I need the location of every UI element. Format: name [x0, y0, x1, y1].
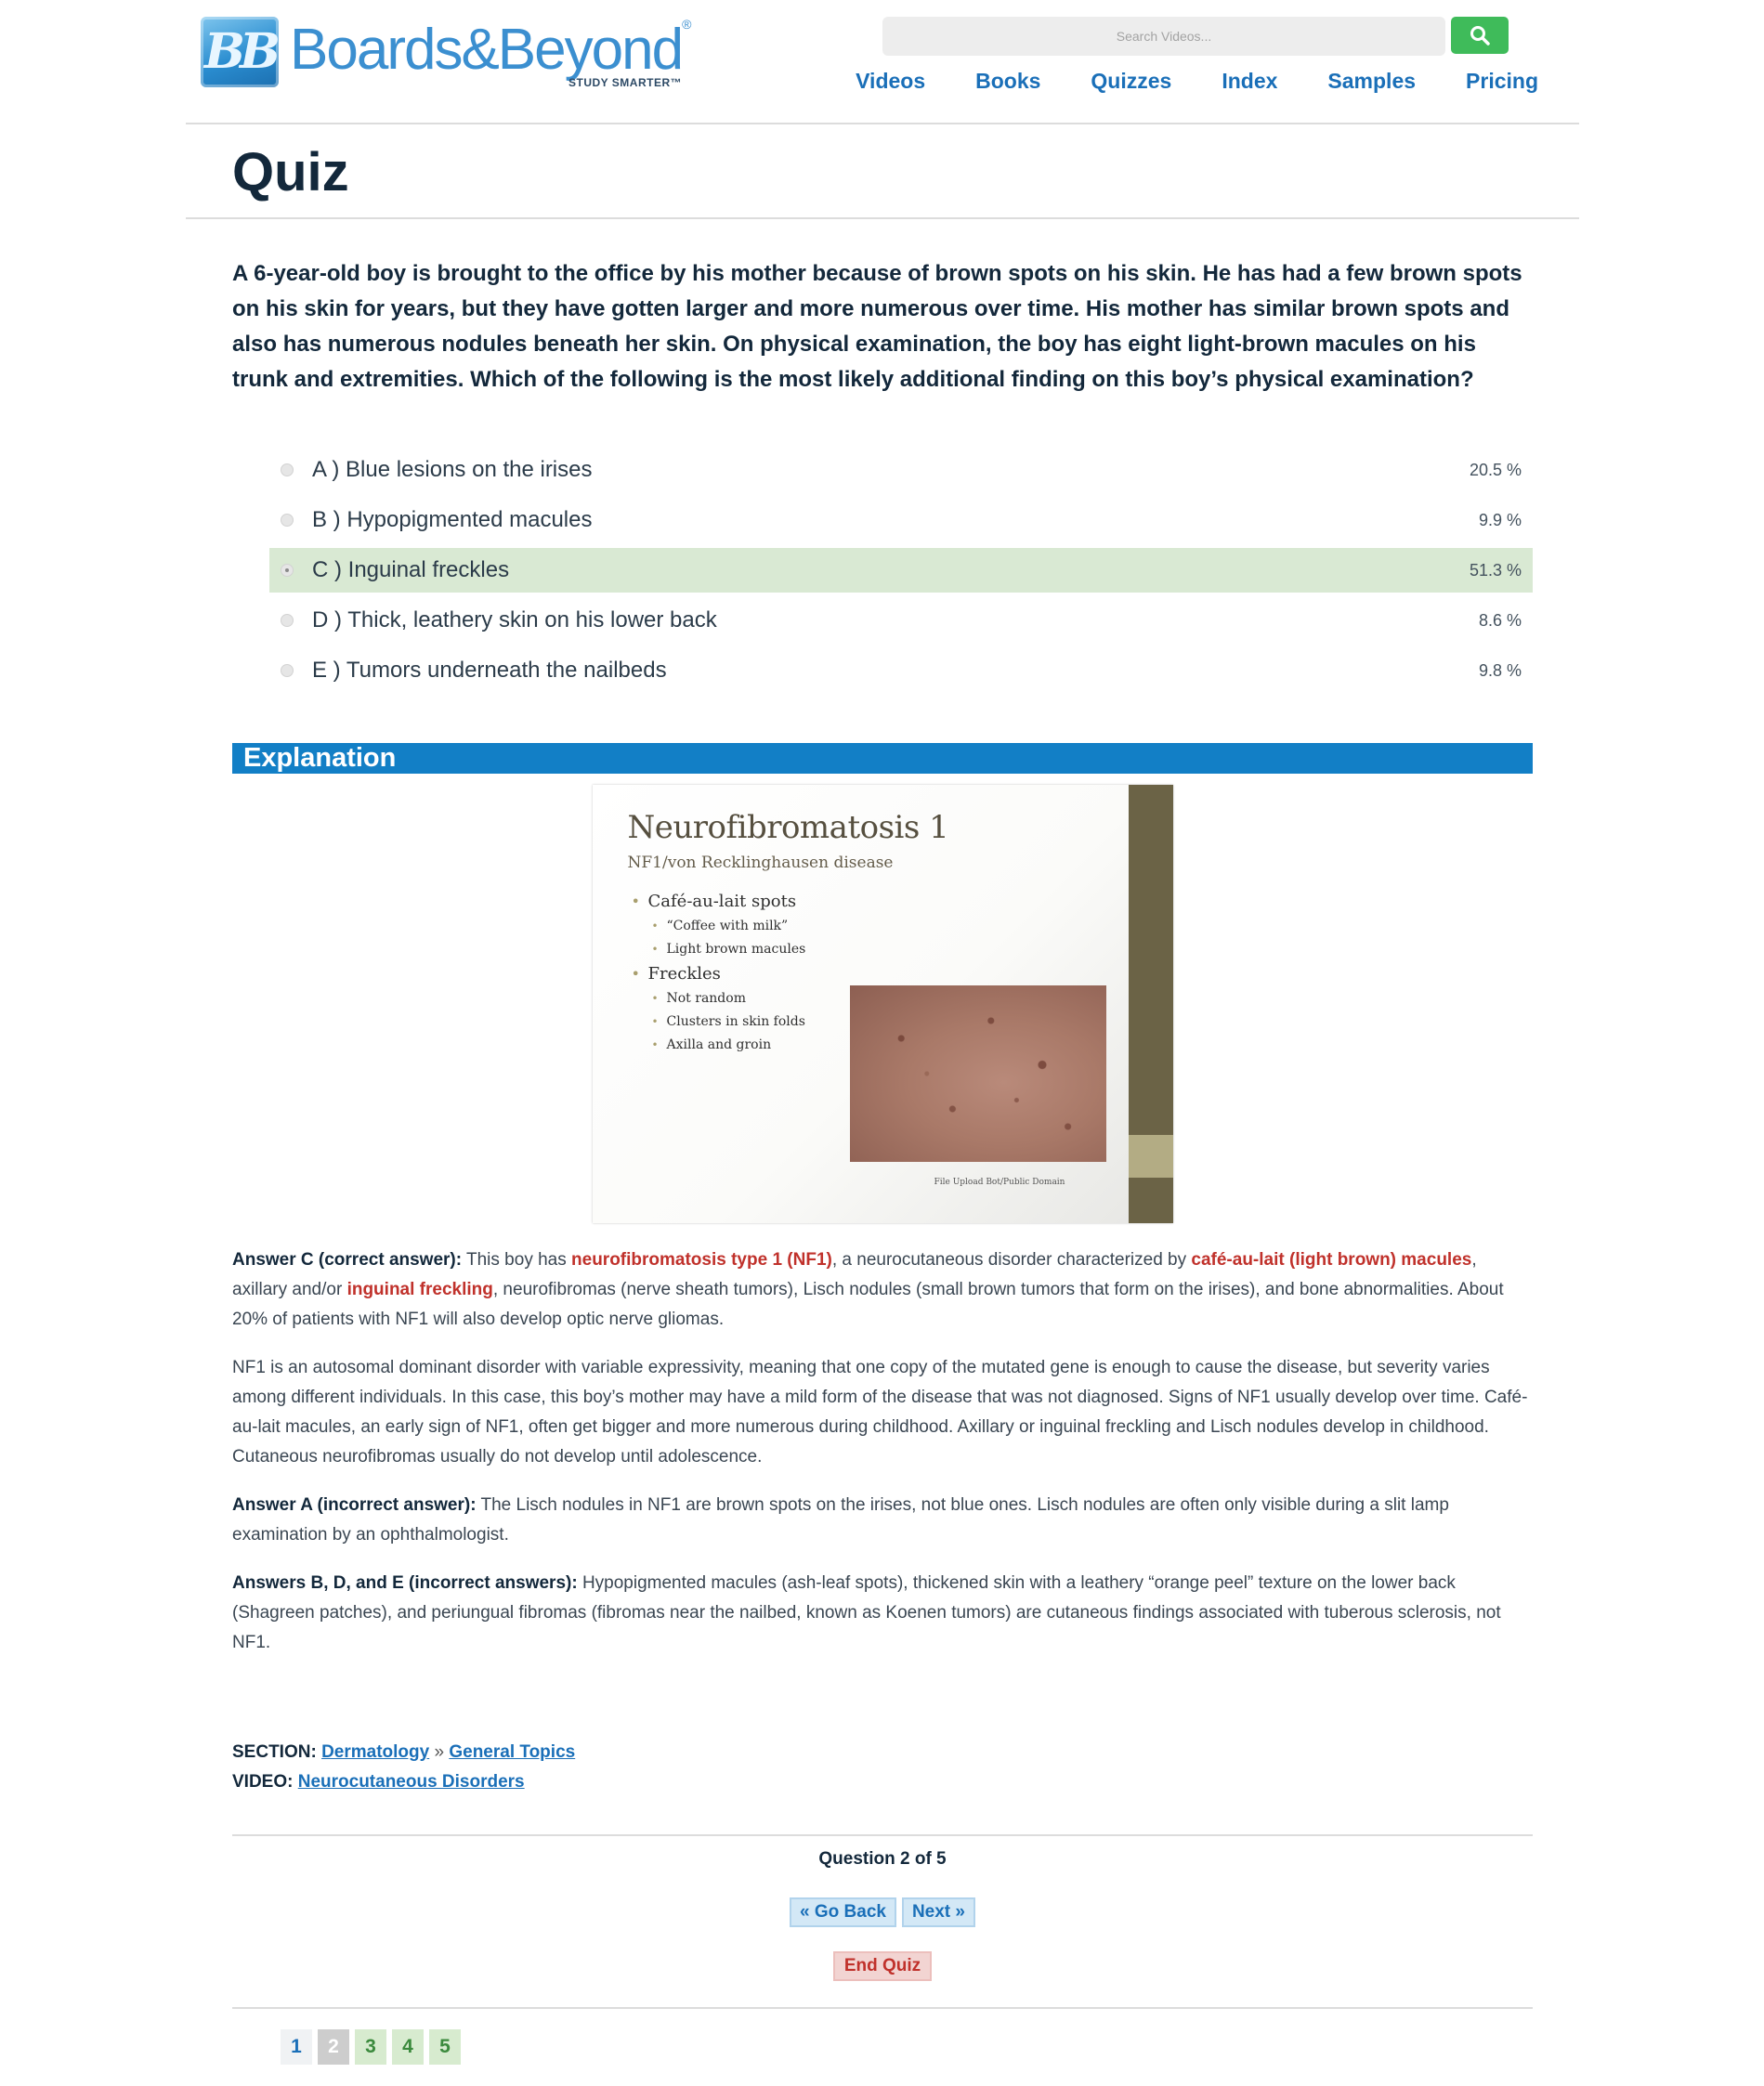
explanation-paragraph: NF1 is an autosomal dominant disorder wi… — [232, 1358, 1528, 1467]
nav-pricing[interactable]: Pricing — [1466, 69, 1538, 94]
page-2-button-current[interactable]: 2 — [318, 2029, 349, 2065]
nav-videos[interactable]: Videos — [856, 69, 925, 94]
end-quiz-button[interactable]: End Quiz — [832, 1951, 933, 1981]
page-5-button[interactable]: 5 — [429, 2029, 461, 2065]
skin-freckles-photo — [849, 985, 1106, 1162]
logo-tagline: STUDY SMARTER™ — [568, 76, 683, 89]
next-button[interactable]: Next » — [901, 1897, 975, 1927]
explanation-paragraph: Answer A (incorrect answer): The Lisch n… — [232, 1491, 1533, 1550]
choice-label: C ) Inguinal freckles — [312, 557, 510, 582]
page: BB Boards&Beyond® STUDY SMARTER™ Videos … — [186, 0, 1579, 2065]
nav-samples[interactable]: Samples — [1327, 69, 1416, 94]
logo[interactable]: BB Boards&Beyond® STUDY SMARTER™ — [201, 15, 691, 89]
logo-mark: BB — [201, 17, 281, 87]
choice-e[interactable]: E ) Tumors underneath the nailbeds 9.8 % — [269, 648, 1533, 693]
slide-sub-bullet: Not random — [628, 987, 806, 1010]
nav-buttons: « Go Back Next » — [232, 1897, 1533, 1927]
slide-sub-bullet: “Coffee with milk” — [628, 915, 806, 938]
highlight-term: neurofibromatosis type 1 (NF1) — [571, 1250, 832, 1270]
radio-button[interactable] — [281, 664, 294, 677]
main-nav: Videos Books Quizzes Index Samples Prici… — [856, 69, 1538, 94]
slide-sub-bullet: Light brown macules — [628, 938, 805, 961]
choice-percentage: 9.8 % — [1478, 661, 1522, 680]
explanation-paragraph: Answer C (correct answer): This boy has … — [232, 1245, 1533, 1335]
video-link[interactable]: Neurocutaneous Disorders — [298, 1772, 525, 1792]
radio-button[interactable] — [281, 514, 294, 527]
section-label: SECTION: — [232, 1742, 317, 1762]
question-counter: Question 2 of 5 — [818, 1849, 947, 1869]
answer-lead: Answer C (correct answer): — [232, 1250, 463, 1270]
slide-title: Neurofibromatosis 1 — [627, 809, 949, 846]
choice-label: D ) Thick, leathery skin on his lower ba… — [312, 607, 717, 632]
section-link[interactable]: Dermatology — [321, 1742, 429, 1762]
slide-sub-bullet: Clusters in skin folds — [628, 1010, 806, 1034]
choice-a[interactable]: A ) Blue lesions on the irises 20.5 % — [269, 448, 1533, 492]
slide-subtitle: NF1/von Recklinghausen disease — [627, 854, 894, 872]
explanation-slide-image: Neurofibromatosis 1 NF1/von Recklinghaus… — [592, 785, 1173, 1223]
answer-choices: A ) Blue lesions on the irises 20.5 % B … — [269, 448, 1533, 693]
answer-lead: Answer A (incorrect answer): — [232, 1495, 477, 1515]
logo-text: Boards&Beyond® — [290, 17, 691, 82]
question-stem: A 6-year-old boy is brought to the offic… — [232, 261, 1522, 392]
choice-percentage: 51.3 % — [1469, 561, 1522, 580]
question-pager: 1 2 3 4 5 — [232, 2007, 1533, 2065]
video-label: VIDEO: — [232, 1772, 294, 1792]
quiz-content: A 6-year-old boy is brought to the offic… — [232, 256, 1533, 2065]
highlight-term: inguinal freckling — [346, 1280, 493, 1299]
choice-label: E ) Tumors underneath the nailbeds — [312, 658, 667, 683]
choice-label: B ) Hypopigmented macules — [312, 507, 593, 532]
page-4-button[interactable]: 4 — [392, 2029, 424, 2065]
explanation-text: Answer C (correct answer): This boy has … — [232, 1245, 1533, 1658]
site-header: BB Boards&Beyond® STUDY SMARTER™ Videos … — [186, 0, 1579, 124]
video-line: VIDEO: Neurocutaneous Disorders — [232, 1767, 1533, 1797]
slide-bullets: Café-au-lait spots “Coffee with milk” Li… — [628, 889, 806, 1057]
highlight-term: café-au-lait (light brown) macules — [1191, 1250, 1472, 1270]
choice-d[interactable]: D ) Thick, leathery skin on his lower ba… — [269, 598, 1533, 643]
explanation-paragraph: Answers B, D, and E (incorrect answers):… — [232, 1569, 1533, 1658]
quiz-navigation: Question 2 of 5 « Go Back Next » End Qui… — [232, 1834, 1533, 1981]
nav-index[interactable]: Index — [1222, 69, 1277, 94]
search-icon — [1470, 26, 1490, 46]
page-3-button[interactable]: 3 — [355, 2029, 386, 2065]
search-input[interactable] — [882, 17, 1445, 56]
choice-percentage: 8.6 % — [1478, 611, 1522, 630]
explanation-heading: Explanation — [232, 743, 1533, 774]
section-line: SECTION: Dermatology » General Topics — [232, 1738, 1533, 1767]
slide-bullet: Café-au-lait spots — [628, 889, 806, 915]
question-meta: SECTION: Dermatology » General Topics VI… — [232, 1738, 1533, 1797]
title-bar: Quiz — [186, 124, 1579, 219]
choice-label: A ) Blue lesions on the irises — [312, 457, 593, 482]
radio-button-selected[interactable] — [281, 564, 294, 577]
answer-lead: Answers B, D, and E (incorrect answers): — [232, 1573, 578, 1593]
page-title: Quiz — [232, 142, 349, 202]
slide-sub-bullet: Axilla and groin — [628, 1034, 806, 1057]
choice-b[interactable]: B ) Hypopigmented macules 9.9 % — [269, 498, 1533, 542]
go-back-button[interactable]: « Go Back — [790, 1897, 896, 1927]
choice-c[interactable]: C ) Inguinal freckles 51.3 % — [269, 548, 1533, 593]
slide-side-accent — [1128, 1135, 1173, 1178]
search-button[interactable] — [1451, 17, 1509, 54]
page-1-button[interactable]: 1 — [281, 2029, 312, 2065]
radio-button[interactable] — [281, 463, 294, 476]
nav-books[interactable]: Books — [975, 69, 1040, 94]
topic-link[interactable]: General Topics — [449, 1742, 575, 1762]
breadcrumb-separator: » — [434, 1742, 445, 1762]
choice-percentage: 20.5 % — [1469, 461, 1522, 479]
text-run: , a neurocutaneous disorder characterize… — [831, 1250, 1192, 1270]
slide-bullet: Freckles — [628, 961, 806, 987]
slide-image-credit: File Upload Bot/Public Domain — [934, 1178, 1065, 1187]
nav-quizzes[interactable]: Quizzes — [1091, 69, 1171, 94]
radio-button[interactable] — [281, 614, 294, 627]
choice-percentage: 9.9 % — [1478, 511, 1522, 529]
text-run: This boy has — [462, 1250, 572, 1270]
